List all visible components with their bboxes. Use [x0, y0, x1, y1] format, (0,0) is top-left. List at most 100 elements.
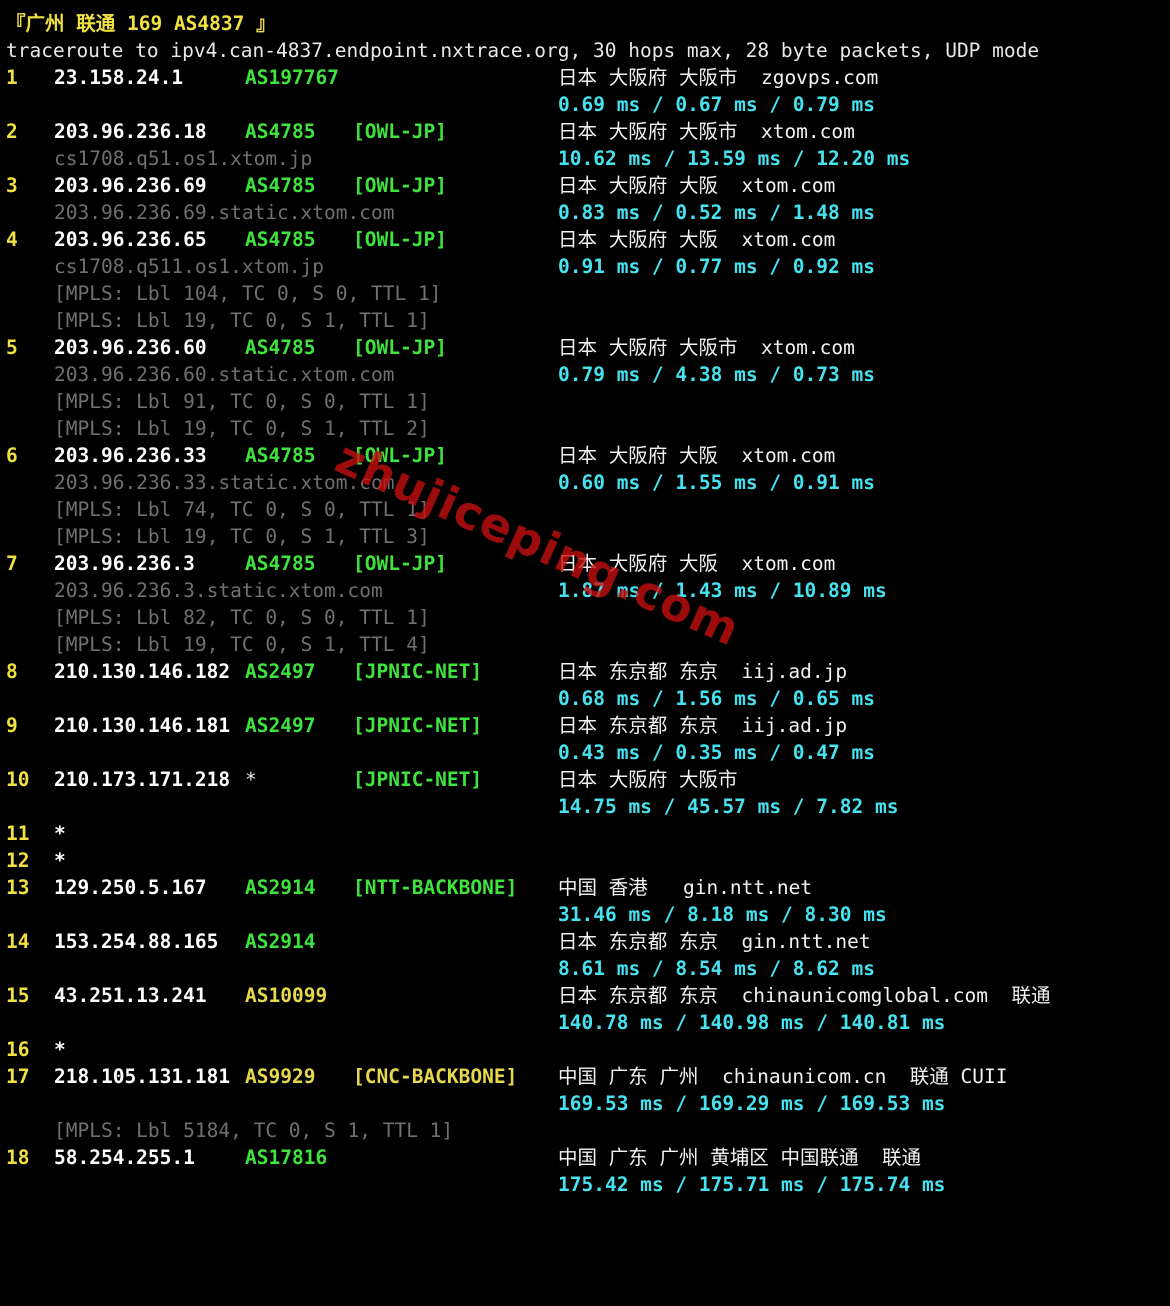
hop-location: 中国 广东 广州 黄埔区 中国联通 联通 [558, 1146, 921, 1169]
hop-detail-row: 0.68 ms / 1.56 ms / 0.65 ms [6, 685, 1166, 712]
hop-hostname: 203.96.236.33.static.xtom.com [54, 471, 395, 494]
hop-rtt: 169.53 ms / 169.29 ms / 169.53 ms [558, 1092, 946, 1115]
hop-number: 1 [6, 66, 18, 89]
mpls-row: [MPLS: Lbl 91, TC 0, S 0, TTL 1] [6, 388, 1166, 415]
hop-number: 4 [6, 228, 18, 251]
hop-detail-row: 203.96.236.69.static.xtom.com 0.83 ms / … [6, 199, 1166, 226]
hop-hostname: cs1708.q511.os1.xtom.jp [54, 255, 325, 278]
hop-hostname: cs1708.q51.os1.xtom.jp [54, 147, 313, 170]
hop-row: 10 210.173.171.218 * [JPNIC-NET] 日本 大阪府 … [6, 766, 1166, 793]
hop-number: 13 [6, 876, 30, 899]
mpls-label: [MPLS: Lbl 19, TC 0, S 1, TTL 2] [54, 417, 430, 440]
hop-row: 7 203.96.236.3 AS4785 [OWL-JP] 日本 大阪府 大阪… [6, 550, 1166, 577]
hop-number: 18 [6, 1146, 30, 1169]
hop-rtt: 0.60 ms / 1.55 ms / 0.91 ms [558, 471, 875, 494]
hop-location: 日本 东京都 东京 gin.ntt.net [558, 930, 871, 953]
hop-detail-row: 14.75 ms / 45.57 ms / 7.82 ms [6, 793, 1166, 820]
hop-asn: AS4785 [245, 120, 316, 143]
hop-row: 4 203.96.236.65 AS4785 [OWL-JP] 日本 大阪府 大… [6, 226, 1166, 253]
hop-rtt: 8.61 ms / 8.54 ms / 8.62 ms [558, 957, 875, 980]
mpls-label: [MPLS: Lbl 5184, TC 0, S 1, TTL 1] [54, 1119, 454, 1142]
traceroute-command: traceroute to ipv4.can-4837.endpoint.nxt… [6, 39, 1040, 62]
mpls-row: [MPLS: Lbl 82, TC 0, S 0, TTL 1] [6, 604, 1166, 631]
hop-ip: 58.254.255.1 [54, 1146, 195, 1169]
hop-number: 12 [6, 849, 30, 872]
terminal-line: 『广州 联通 169 AS4837 』 [6, 10, 1166, 37]
hop-ip: 210.173.171.218 [54, 768, 231, 791]
hop-ip: 203.96.236.33 [54, 444, 207, 467]
hop-network-tag: [OWL-JP] [353, 552, 447, 575]
hop-ip: 218.105.131.181 [54, 1065, 231, 1088]
hop-rtt: 0.83 ms / 0.52 ms / 1.48 ms [558, 201, 875, 224]
hop-location: 日本 大阪府 大阪市 xtom.com [558, 120, 855, 143]
hop-number: 8 [6, 660, 18, 683]
hop-asn: AS4785 [245, 174, 316, 197]
hop-row: 1 23.158.24.1 AS197767 日本 大阪府 大阪市 zgovps… [6, 64, 1166, 91]
hop-network-tag: [CNC-BACKBONE] [353, 1065, 518, 1088]
hop-rtt: 0.43 ms / 0.35 ms / 0.47 ms [558, 741, 875, 764]
hop-hostname: 203.96.236.3.static.xtom.com [54, 579, 383, 602]
hop-location: 日本 大阪府 大阪市 xtom.com [558, 336, 855, 359]
hop-ip: 23.158.24.1 [54, 66, 184, 89]
hop-ip: 203.96.236.18 [54, 120, 207, 143]
hop-asn: AS4785 [245, 336, 316, 359]
hop-row: 13 129.250.5.167 AS2914 [NTT-BACKBONE] 中… [6, 874, 1166, 901]
hop-network-tag: [OWL-JP] [353, 228, 447, 251]
hop-location: 日本 大阪府 大阪 xtom.com [558, 552, 836, 575]
hop-rtt: 14.75 ms / 45.57 ms / 7.82 ms [558, 795, 899, 818]
hop-location: 中国 广东 广州 chinaunicom.cn 联通 CUII [558, 1065, 1008, 1088]
hop-number: 3 [6, 174, 18, 197]
hop-ip: 203.96.236.65 [54, 228, 207, 251]
mpls-row: [MPLS: Lbl 19, TC 0, S 1, TTL 3] [6, 523, 1166, 550]
mpls-row: [MPLS: Lbl 19, TC 0, S 1, TTL 1] [6, 307, 1166, 334]
mpls-label: [MPLS: Lbl 82, TC 0, S 0, TTL 1] [54, 606, 430, 629]
hop-ip: 153.254.88.165 [54, 930, 219, 953]
mpls-row: [MPLS: Lbl 74, TC 0, S 0, TTL 1] [6, 496, 1166, 523]
hop-number: 2 [6, 120, 18, 143]
hop-detail-row: 8.61 ms / 8.54 ms / 8.62 ms [6, 955, 1166, 982]
hop-rtt: 0.79 ms / 4.38 ms / 0.73 ms [558, 363, 875, 386]
mpls-label: [MPLS: Lbl 104, TC 0, S 0, TTL 1] [54, 282, 442, 305]
hop-asn: * [245, 768, 257, 791]
hop-row: 6 203.96.236.33 AS4785 [OWL-JP] 日本 大阪府 大… [6, 442, 1166, 469]
hop-number: 10 [6, 768, 30, 791]
hop-number: 11 [6, 822, 30, 845]
hop-network-tag: [JPNIC-NET] [353, 768, 483, 791]
mpls-row: [MPLS: Lbl 19, TC 0, S 1, TTL 2] [6, 415, 1166, 442]
hop-number: 15 [6, 984, 30, 1007]
hop-asn: AS17816 [245, 1146, 328, 1169]
hop-timeout: * [54, 849, 66, 872]
hop-asn: AS4785 [245, 552, 316, 575]
hop-asn: AS197767 [245, 66, 339, 89]
hop-location: 日本 大阪府 大阪市 [558, 768, 738, 791]
hop-detail-row: 175.42 ms / 175.71 ms / 175.74 ms [6, 1171, 1166, 1198]
hop-hostname: 203.96.236.69.static.xtom.com [54, 201, 395, 224]
hop-row: 3 203.96.236.69 AS4785 [OWL-JP] 日本 大阪府 大… [6, 172, 1166, 199]
terminal-line: traceroute to ipv4.can-4837.endpoint.nxt… [6, 37, 1166, 64]
hop-row: 2 203.96.236.18 AS4785 [OWL-JP] 日本 大阪府 大… [6, 118, 1166, 145]
hop-location: 日本 大阪府 大阪 xtom.com [558, 228, 836, 251]
hop-location: 日本 大阪府 大阪 xtom.com [558, 174, 836, 197]
hop-rtt: 10.62 ms / 13.59 ms / 12.20 ms [558, 147, 911, 170]
hop-location: 日本 东京都 东京 iij.ad.jp [558, 714, 848, 737]
hop-number: 17 [6, 1065, 30, 1088]
mpls-label: [MPLS: Lbl 19, TC 0, S 1, TTL 3] [54, 525, 430, 548]
hop-asn: AS2497 [245, 660, 316, 683]
hop-detail-row: 203.96.236.3.static.xtom.com 1.87 ms / 1… [6, 577, 1166, 604]
hop-number: 14 [6, 930, 30, 953]
hop-row: 18 58.254.255.1 AS17816 中国 广东 广州 黄埔区 中国联… [6, 1144, 1166, 1171]
mpls-row: [MPLS: Lbl 5184, TC 0, S 1, TTL 1] [6, 1117, 1166, 1144]
hop-network-tag: [OWL-JP] [353, 120, 447, 143]
hop-row: 15 43.251.13.241 AS10099 日本 东京都 东京 china… [6, 982, 1166, 1009]
mpls-label: [MPLS: Lbl 74, TC 0, S 0, TTL 1] [54, 498, 430, 521]
hop-hostname: 203.96.236.60.static.xtom.com [54, 363, 395, 386]
hop-rtt: 175.42 ms / 175.71 ms / 175.74 ms [558, 1173, 946, 1196]
hop-location: 日本 东京都 东京 chinaunicomglobal.com 联通 [558, 984, 1051, 1007]
hop-rtt: 140.78 ms / 140.98 ms / 140.81 ms [558, 1011, 946, 1034]
hop-ip: 210.130.146.181 [54, 714, 231, 737]
hop-number: 6 [6, 444, 18, 467]
hop-detail-row: 0.43 ms / 0.35 ms / 0.47 ms [6, 739, 1166, 766]
hop-timeout: * [54, 822, 66, 845]
hop-ip: 203.96.236.3 [54, 552, 195, 575]
route-title: 『广州 联通 169 AS4837 』 [6, 12, 276, 35]
